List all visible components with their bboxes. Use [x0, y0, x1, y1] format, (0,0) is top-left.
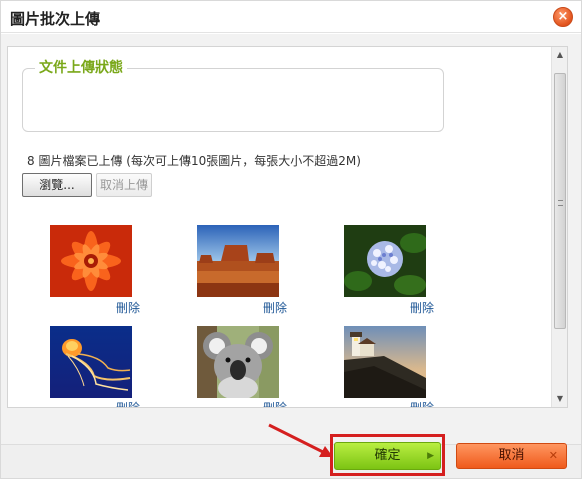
upload-panel: 文件上傳狀態 8 圖片檔案已上傳 (每次可上傳10張圖片，每張大小不超過2M) …	[7, 46, 568, 408]
vertical-scrollbar[interactable]: ▲ ▼	[551, 47, 567, 407]
delete-link-4[interactable]: 刪除	[116, 399, 140, 407]
arrow-right-icon: ▶	[427, 451, 434, 461]
cancel-upload-button[interactable]: 取消上傳	[96, 173, 152, 197]
cancel-button[interactable]: 取消 ✕	[456, 443, 567, 469]
close-icon: ×	[557, 9, 569, 24]
thumbnail-lighthouse[interactable]	[344, 326, 426, 398]
browse-button[interactable]: 瀏覽...	[22, 173, 92, 197]
thumbnail-desert[interactable]	[197, 225, 279, 297]
dialog-titlebar: 圖片批次上傳 ×	[1, 1, 581, 33]
upload-status-legend: 文件上傳狀態	[35, 57, 127, 77]
scrollbar-thumb[interactable]	[554, 73, 566, 329]
delete-link-1[interactable]: 刪除	[116, 299, 140, 316]
thumbnail-jellyfish[interactable]	[50, 326, 132, 398]
batch-upload-dialog: 圖片批次上傳 × 文件上傳狀態 8 圖片檔案已上傳 (每次可上傳10張圖片，每張…	[0, 0, 582, 479]
confirm-button[interactable]: 確定 ▶	[334, 442, 441, 470]
delete-link-3[interactable]: 刪除	[410, 299, 434, 316]
thumbnail-koala[interactable]	[197, 326, 279, 398]
upload-status-box	[22, 68, 444, 132]
scroll-down-arrow-icon[interactable]: ▼	[552, 391, 567, 407]
scroll-up-arrow-icon[interactable]: ▲	[552, 47, 567, 63]
upload-info-text: 8 圖片檔案已上傳 (每次可上傳10張圖片，每張大小不超過2M)	[27, 154, 361, 168]
cancel-button-label: 取消	[498, 448, 525, 463]
delete-link-2[interactable]: 刪除	[263, 299, 287, 316]
x-icon: ✕	[548, 449, 558, 462]
delete-link-5[interactable]: 刪除	[263, 399, 287, 407]
thumbnail-hydrangea[interactable]	[344, 225, 426, 297]
scrollbar-grip-icon	[558, 200, 563, 206]
confirm-button-label: 確定	[374, 448, 401, 463]
delete-link-6[interactable]: 刪除	[410, 399, 434, 407]
dialog-body: 文件上傳狀態 8 圖片檔案已上傳 (每次可上傳10張圖片，每張大小不超過2M) …	[1, 34, 581, 444]
dialog-title: 圖片批次上傳	[10, 10, 101, 28]
close-button[interactable]: ×	[553, 7, 573, 27]
thumbnail-dahlia[interactable]	[50, 225, 132, 297]
